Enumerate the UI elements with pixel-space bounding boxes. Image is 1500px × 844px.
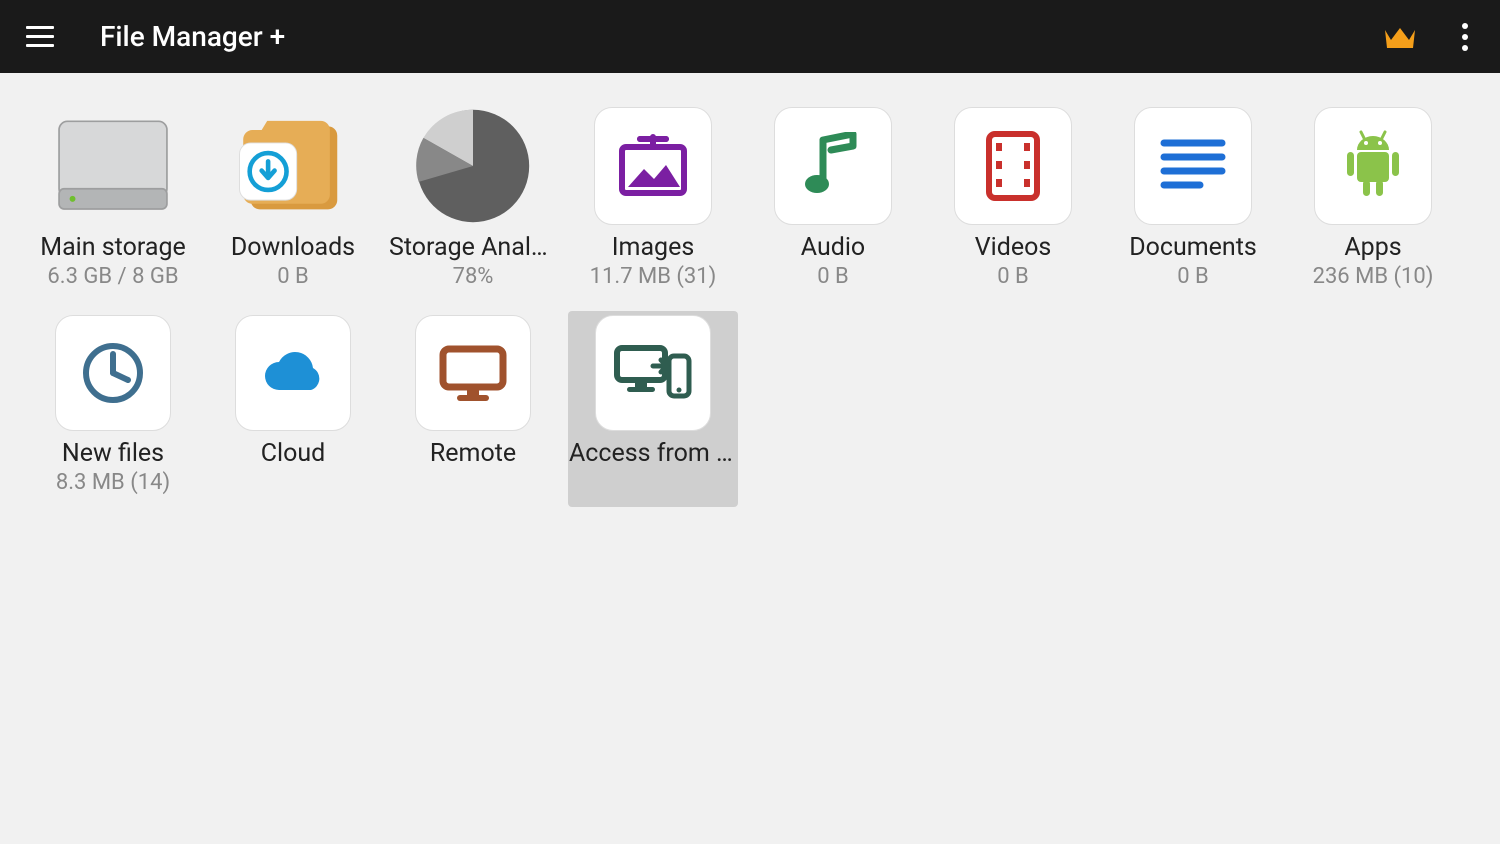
cloud-icon [235,315,351,431]
drive-icon [54,107,172,225]
menu-icon[interactable] [20,17,60,57]
home-grid: Main storage 6.3 GB / 8 GB Downloads 0 B… [0,73,1500,537]
item-label: Images [612,233,695,262]
crown-icon[interactable] [1380,17,1420,57]
monitor-icon [415,315,531,431]
item-cloud[interactable]: Cloud [208,311,378,507]
item-storage-analysis[interactable]: Storage Analysis 78% [388,103,558,301]
item-sub: 0 B [997,264,1029,289]
item-sub: 0 B [817,264,849,289]
item-videos[interactable]: Videos 0 B [928,103,1098,301]
item-label: Remote [430,439,516,468]
item-sub: 0 B [277,264,309,289]
document-lines-icon [1134,107,1252,225]
item-sub: 11.7 MB (31) [590,264,717,289]
item-main-storage[interactable]: Main storage 6.3 GB / 8 GB [28,103,198,301]
item-label: Documents [1129,233,1257,262]
item-sub: 236 MB (10) [1313,264,1434,289]
item-remote[interactable]: Remote [388,311,558,507]
item-sub: 78% [453,264,494,289]
item-new-files[interactable]: New files 8.3 MB (14) [28,311,198,507]
item-label: New files [62,439,164,468]
item-label: Apps [1344,233,1401,262]
item-label: Cloud [261,439,326,468]
item-label: Audio [801,233,865,262]
item-apps[interactable]: Apps 236 MB (10) [1288,103,1458,301]
film-icon [954,107,1072,225]
pc-to-phone-icon [595,315,711,431]
item-access-from-network[interactable]: Access from network [568,311,738,507]
item-label: Access from network [569,439,737,468]
item-sub: 6.3 GB / 8 GB [47,264,178,289]
music-note-icon [774,107,892,225]
item-label: Downloads [231,233,355,262]
app-title: File Manager + [100,20,285,53]
image-icon [594,107,712,225]
item-documents[interactable]: Documents 0 B [1108,103,1278,301]
item-label: Main storage [40,233,185,262]
android-icon [1314,107,1432,225]
overflow-menu-icon[interactable] [1450,17,1480,57]
item-label: Storage Analysis [389,233,557,262]
item-label: Videos [975,233,1052,262]
downloads-icon [234,107,352,225]
item-downloads[interactable]: Downloads 0 B [208,103,378,301]
clock-icon [55,315,171,431]
app-toolbar: File Manager + [0,0,1500,73]
item-images[interactable]: Images 11.7 MB (31) [568,103,738,301]
item-audio[interactable]: Audio 0 B [748,103,918,301]
item-sub: 0 B [1177,264,1209,289]
item-sub: 8.3 MB (14) [56,470,170,495]
pie-chart-icon [414,107,532,225]
